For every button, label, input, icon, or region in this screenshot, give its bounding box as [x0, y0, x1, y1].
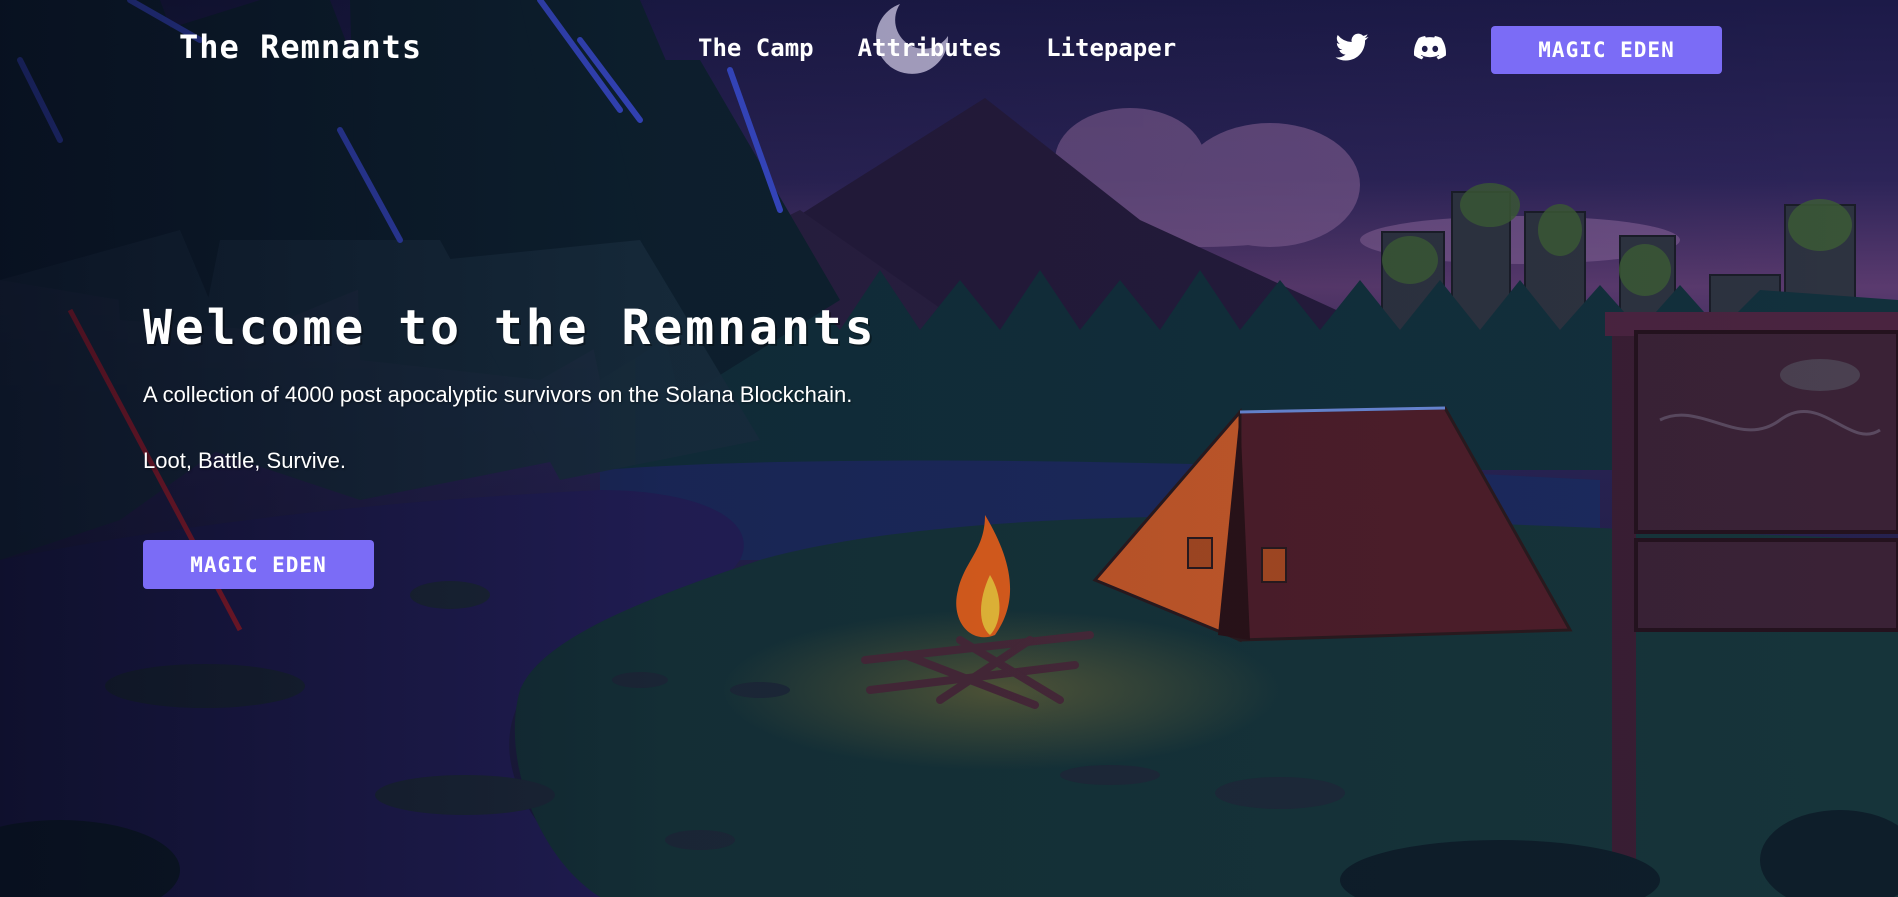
top-navigation: The Remnants The Camp Attributes Litepap… [0, 0, 1898, 100]
hero-tagline: Loot, Battle, Survive. [143, 448, 346, 473]
nav-link-attributes[interactable]: Attributes [858, 34, 1003, 62]
twitter-icon[interactable] [1334, 30, 1370, 66]
hero-description: A collection of 4000 post apocalyptic su… [143, 382, 853, 407]
site-logo[interactable]: The Remnants [179, 28, 422, 66]
hero-title: Welcome to the Remnants [143, 300, 877, 356]
magic-eden-nav-button[interactable]: MAGIC EDEN [1491, 26, 1722, 74]
nav-link-the-camp[interactable]: The Camp [698, 34, 814, 62]
discord-icon[interactable] [1412, 30, 1448, 66]
nav-links: The Camp Attributes Litepaper [698, 34, 1176, 62]
magic-eden-hero-button[interactable]: MAGIC EDEN [143, 540, 374, 589]
hero-section: Welcome to the Remnants A collection of … [143, 300, 1043, 589]
nav-link-litepaper[interactable]: Litepaper [1046, 34, 1176, 62]
